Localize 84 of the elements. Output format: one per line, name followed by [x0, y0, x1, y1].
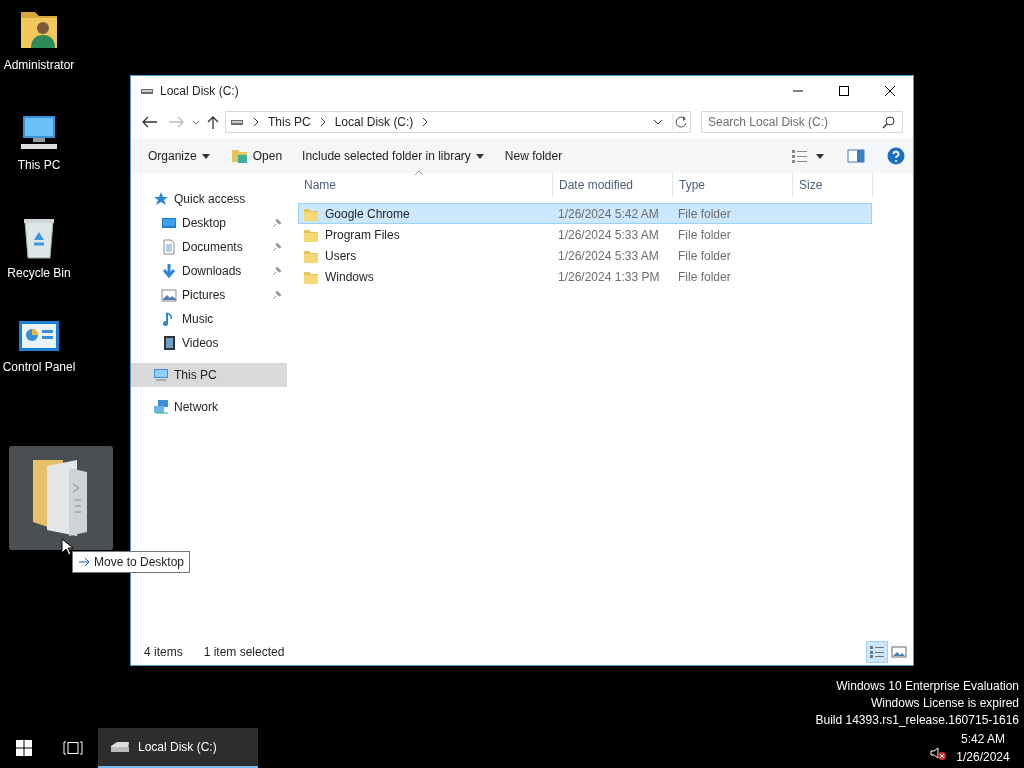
toolbar-button[interactable]: Open [221, 142, 292, 169]
star-icon [153, 191, 169, 207]
nav-item[interactable]: Quick access [131, 187, 287, 211]
nav-item[interactable]: Desktop [131, 211, 287, 235]
details-view-icon [869, 645, 885, 659]
up-icon[interactable] [205, 114, 221, 130]
file-name: Users [325, 247, 357, 265]
details-view-button[interactable] [866, 641, 888, 663]
folder-open-icon [230, 147, 249, 164]
file-date: 1/26/2024 1:33 PM [557, 268, 661, 286]
file-date: 1/26/2024 5:33 AM [557, 247, 660, 265]
arrow-icon [78, 557, 90, 567]
search-placeholder: Search Local Disk (C:) [708, 114, 829, 131]
desktop-icon [161, 215, 177, 231]
picture-icon [161, 287, 177, 303]
preview-pane-icon[interactable] [847, 148, 865, 163]
download-icon [161, 263, 177, 279]
drive-icon [230, 117, 244, 127]
file-type: File folder [677, 205, 732, 223]
file-row[interactable]: Users 1/26/2024 5:33 AM File folder [298, 245, 872, 266]
maximize-icon [839, 86, 849, 96]
system-notice-text: Build 14393.rs1_release.160715-1616 [815, 712, 1019, 729]
desktop-icon[interactable]: Administrator [0, 8, 78, 112]
nav-item[interactable]: This PC [131, 363, 287, 387]
help-icon[interactable] [887, 146, 905, 165]
nav-item[interactable]: Videos [131, 331, 287, 355]
close-icon [885, 86, 895, 96]
drive-icon [140, 86, 154, 96]
view-options-icon[interactable] [791, 148, 825, 163]
toolbar-button[interactable]: Organize [139, 142, 220, 169]
drive-icon [108, 740, 130, 754]
breadcrumb[interactable]: Local Disk (C:) [334, 113, 414, 131]
film-icon [161, 335, 177, 351]
system-notice-text: Windows License is expired [869, 695, 1019, 712]
file-row[interactable]: Program Files 1/26/2024 5:33 AM File folder [298, 224, 872, 245]
computer-icon [153, 367, 169, 383]
file-date: 1/26/2024 5:42 AM [557, 205, 660, 223]
chevron-icon [318, 116, 327, 128]
search-field[interactable]: Search Local Disk (C:) [701, 111, 903, 133]
caret-icon [200, 151, 211, 160]
selection-count: 1 item selected [203, 644, 285, 661]
file-row[interactable]: Google Chrome 1/26/2024 5:42 AM File folder [298, 203, 872, 224]
search-icon [882, 115, 896, 129]
file-type: File folder [677, 268, 732, 286]
document-icon [161, 239, 177, 255]
nav-item[interactable]: Documents [131, 235, 287, 259]
column-header[interactable]: Type [673, 173, 793, 197]
item-count: 4 items [144, 644, 183, 661]
column-header[interactable]: Date modified [553, 173, 673, 197]
system-notice-text: Windows 10 Enterprise Evaluation [835, 678, 1019, 695]
picture-view-icon [891, 646, 907, 658]
file-name: Windows [325, 268, 374, 286]
windows-logo-icon [16, 740, 32, 756]
clock-date[interactable]: 1/26/2024 [946, 748, 1020, 766]
caret-icon [474, 151, 485, 160]
toolbar-button[interactable]: Include selected folder in library [293, 142, 494, 169]
control-panel-icon [18, 320, 60, 354]
file-name: Google Chrome [325, 205, 410, 223]
taskbar-app-button[interactable]: Local Disk (C:) [98, 728, 258, 768]
file-type: File folder [677, 226, 732, 244]
nav-item[interactable]: Pictures [131, 283, 287, 307]
nav-item[interactable]: Network [131, 395, 287, 419]
file-row[interactable]: Windows 1/26/2024 1:33 PM File folder [298, 266, 872, 287]
file-name: Program Files [325, 226, 400, 244]
chevron-icon [252, 116, 260, 128]
column-header[interactable]: Name [298, 173, 553, 197]
address-bar[interactable]: This PC Local Disk (C:) [225, 111, 691, 133]
file-type: File folder [677, 247, 732, 265]
clock-time[interactable]: 5:42 AM [946, 730, 1020, 748]
nav-item[interactable]: Downloads [131, 259, 287, 283]
nav-item[interactable]: Music [131, 307, 287, 331]
breadcrumb[interactable]: This PC [268, 113, 311, 131]
network-icon [153, 399, 169, 415]
desktop-icon[interactable]: Recycle Bin [0, 216, 78, 320]
window-title: Local Disk (C:) [160, 83, 239, 100]
column-header[interactable]: Size [793, 173, 873, 197]
file-date: 1/26/2024 5:33 AM [557, 226, 660, 244]
desktop-icon[interactable]: Control Panel [0, 320, 78, 424]
toolbar-button[interactable]: New folder [495, 142, 572, 169]
speaker-muted-icon[interactable] [930, 746, 946, 760]
desktop-icon[interactable]: This PC [0, 112, 78, 216]
tooltip-text: Move to Desktop [94, 554, 185, 571]
task-view-icon [63, 741, 83, 755]
chevron-icon [421, 116, 430, 128]
